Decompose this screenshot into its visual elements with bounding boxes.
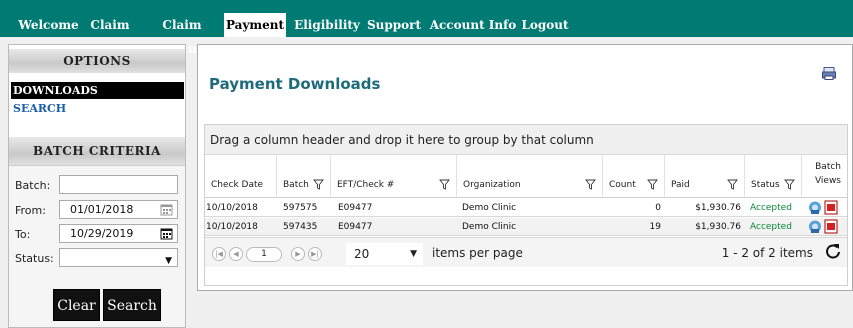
items-per-page-label: items per page	[432, 246, 523, 260]
cell-paid: $1,930.76	[695, 222, 741, 232]
payment-downloads-panel: Payment Downloads Drag a column header a…	[197, 44, 853, 291]
col-header-label: Count	[609, 180, 636, 190]
next-page-icon[interactable]: ▶	[291, 247, 305, 261]
batch-view-icon[interactable]	[808, 200, 822, 215]
group-by-area[interactable]: Drag a column header and drop it here to…	[205, 125, 847, 155]
from-label: From:	[15, 204, 46, 217]
cell-eft-check: E09477	[338, 203, 373, 213]
batch-label: Batch:	[15, 179, 51, 192]
to-date-value: 10/29/2019	[70, 227, 134, 240]
col-header-label: Paid	[671, 180, 690, 190]
col-header-eft-check[interactable]: EFT/Check #	[331, 155, 457, 198]
cell-count: 19	[649, 222, 661, 232]
sidebar: OPTIONS DOWNLOADS SEARCH BATCH CRITERIA …	[8, 44, 186, 328]
first-page-icon[interactable]: |◀	[212, 247, 226, 261]
col-header-count[interactable]: Count	[603, 155, 665, 198]
top-nav: Welcome Claim Claim Status Payment Eligi…	[0, 0, 853, 56]
calendar-icon[interactable]	[160, 203, 173, 216]
cell-paid: $1,930.76	[695, 203, 741, 213]
table-row[interactable]: 10/10/2018 597575 E09477 Demo Clinic 0 $…	[205, 199, 847, 217]
last-page-icon[interactable]: ▶|	[308, 247, 322, 261]
tab-account-info[interactable]: Account Info	[429, 13, 517, 37]
to-label: To:	[15, 228, 31, 241]
cell-status: Accepted	[750, 222, 792, 232]
page-size-select[interactable]: 20 ▼	[346, 243, 423, 265]
col-header-organization[interactable]: Organization	[457, 155, 603, 198]
filter-icon[interactable]	[727, 179, 738, 190]
col-header-paid[interactable]: Paid	[665, 155, 745, 198]
col-header-label: Status	[751, 180, 780, 190]
pager-summary: 1 - 2 of 2 items	[721, 246, 813, 260]
calendar-icon[interactable]	[160, 227, 173, 240]
cell-organization: Demo Clinic	[462, 203, 517, 213]
cell-check-date: 10/10/2018	[206, 203, 258, 213]
batch-input[interactable]	[59, 175, 178, 194]
table-row[interactable]: 10/10/2018 597435 E09477 Demo Clinic 19 …	[205, 218, 847, 236]
batch-view-icon[interactable]	[808, 219, 822, 234]
col-header-label: Organization	[463, 180, 521, 190]
tab-payment[interactable]: Payment	[224, 13, 286, 37]
col-header-label: Batch	[815, 162, 841, 172]
page-size-value: 20	[354, 247, 370, 261]
page-number-input[interactable]: 1	[246, 247, 282, 262]
col-header-label: Views	[814, 176, 841, 186]
status-label: Status:	[15, 252, 54, 265]
pager: |◀ ◀ 1 ▶ ▶| 20 ▼ items per page 1 - 2 of…	[205, 237, 847, 267]
tab-logout[interactable]: Logout	[520, 13, 570, 37]
print-icon[interactable]	[822, 67, 836, 80]
status-select[interactable]: ▼	[59, 248, 178, 267]
sidebar-item-search[interactable]: SEARCH	[11, 100, 184, 117]
from-date-value: 01/01/2018	[70, 203, 134, 216]
col-header-label: EFT/Check #	[337, 180, 395, 190]
clear-button[interactable]: Clear	[53, 289, 100, 321]
chevron-down-icon: ▼	[410, 249, 417, 259]
tab-welcome[interactable]: Welcome	[13, 13, 84, 37]
pdf-icon[interactable]	[824, 200, 838, 215]
filter-icon[interactable]	[784, 179, 795, 190]
cell-status: Accepted	[750, 203, 792, 213]
payments-grid: Drag a column header and drop it here to…	[204, 124, 848, 286]
page: Welcome Claim Claim Status Payment Eligi…	[0, 0, 853, 328]
sidebar-item-downloads[interactable]: DOWNLOADS	[11, 82, 184, 99]
batch-criteria-heading: BATCH CRITERIA	[9, 137, 185, 165]
from-date-input[interactable]: 01/01/2018	[59, 200, 178, 219]
col-header-check-date[interactable]: Check Date	[205, 155, 277, 198]
search-button[interactable]: Search	[103, 289, 161, 321]
cell-batch: 597575	[283, 203, 318, 213]
cell-count: 0	[655, 203, 661, 213]
cell-organization: Demo Clinic	[462, 222, 517, 232]
col-header-status[interactable]: Status	[745, 155, 802, 198]
refresh-icon[interactable]	[824, 242, 842, 260]
filter-icon[interactable]	[585, 179, 596, 190]
page-title: Payment Downloads	[209, 75, 381, 93]
col-header-label: Check Date	[211, 180, 264, 190]
cell-batch: 597435	[283, 222, 318, 232]
options-heading: OPTIONS	[9, 49, 185, 73]
col-header-batch[interactable]: Batch	[277, 155, 331, 198]
pdf-icon[interactable]	[824, 219, 838, 234]
prev-page-icon[interactable]: ◀	[229, 247, 243, 261]
cell-eft-check: E09477	[338, 222, 373, 232]
tab-claim-status[interactable]: Claim Status	[141, 13, 223, 56]
filter-icon[interactable]	[313, 179, 324, 190]
tab-eligibility[interactable]: Eligibility	[292, 13, 362, 37]
col-header-label: Batch	[283, 180, 309, 190]
tab-claim[interactable]: Claim	[89, 13, 131, 37]
filter-icon[interactable]	[439, 179, 450, 190]
to-date-input[interactable]: 10/29/2019	[59, 224, 178, 243]
chevron-down-icon: ▼	[165, 256, 172, 266]
col-header-batch-views[interactable]: Batch Views	[802, 155, 847, 198]
tab-support[interactable]: Support	[366, 13, 422, 37]
cell-check-date: 10/10/2018	[206, 222, 258, 232]
filter-icon[interactable]	[647, 179, 658, 190]
